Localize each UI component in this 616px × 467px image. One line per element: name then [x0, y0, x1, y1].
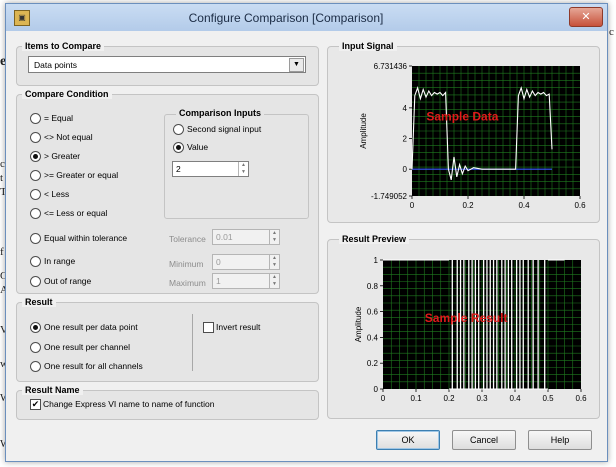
radio-second-signal-input-label: Second signal input: [187, 124, 262, 134]
input-signal-chart: 0 0.2 0.4 0.66.731436420-1.749052Amplitude S…: [359, 62, 586, 210]
invert-result-checkbox[interactable]: [203, 322, 214, 333]
y-tick-label: 0.2: [367, 359, 379, 368]
compare-condition-title: Compare Condition: [22, 89, 112, 99]
radio-out-of-range-label: Out of range: [44, 276, 92, 286]
minimum-label: Minimum: [169, 259, 204, 269]
title-bar[interactable]: ▣ Configure Comparison [Comparison] ✕: [6, 4, 607, 31]
radio-one-result-per-channel-label: One result per channel: [44, 342, 130, 352]
radio-not-equal[interactable]: [30, 132, 41, 143]
chevron-down-icon[interactable]: ▼: [289, 58, 304, 72]
help-button[interactable]: Help: [528, 430, 592, 450]
result-preview-title: Result Preview: [339, 234, 410, 244]
value-input[interactable]: 2 ▲ ▼: [172, 161, 249, 177]
radio-less-label: < Less: [44, 189, 70, 199]
y-tick-label: 2: [403, 135, 408, 144]
y-axis-label: Amplitude: [359, 113, 368, 149]
x-tick-label: 0: [410, 201, 415, 210]
radio-out-of-range[interactable]: [30, 276, 41, 287]
y-tick-label: 4: [403, 104, 408, 113]
radio-greater-or-equal-label: >= Greater or equal: [44, 170, 119, 180]
radio-one-result-for-all-channels[interactable]: [30, 361, 41, 372]
y-tick-label: -1.749052: [371, 192, 408, 201]
y-tick-label: 0.6: [367, 308, 379, 317]
y-tick-label: 0: [374, 385, 379, 394]
minimum-input[interactable]: 0 ▲ ▼: [212, 254, 280, 270]
cancel-button[interactable]: Cancel: [452, 430, 516, 450]
y-tick-label: 1: [374, 256, 379, 265]
result-preview-chart: 0 0.1 0.2 0.3 0.4 0.5 0.6 1 0.8 0.6 0.4 0.2 0 Amplitu…: [354, 256, 587, 403]
input-signal-title: Input Signal: [339, 41, 397, 51]
y-axis-label: Amplitude: [354, 306, 363, 342]
radio-greater-or-equal[interactable]: [30, 170, 41, 181]
change-name-label: Change Express VI name to name of functi…: [43, 399, 215, 409]
configure-comparison-dialog: ▣ Configure Comparison [Comparison] ✕ It…: [5, 3, 608, 462]
items-to-compare-select[interactable]: Data points ▼: [28, 56, 306, 73]
radio-less-or-equal-label: <= Less or equal: [44, 208, 108, 218]
y-tick-label: 6.731436: [374, 62, 408, 71]
radio-second-signal-input[interactable]: [173, 124, 184, 135]
close-button[interactable]: ✕: [569, 7, 603, 27]
radio-equal-within-tolerance[interactable]: [30, 233, 41, 244]
maximum-input[interactable]: 1 ▲ ▼: [212, 273, 280, 289]
radio-not-equal-label: <> Not equal: [44, 132, 93, 142]
chart-watermark: Sample Data: [426, 110, 498, 124]
y-tick-label: 0: [403, 165, 408, 174]
radio-greater[interactable]: [30, 151, 41, 162]
x-tick-label: 0.2: [462, 201, 474, 210]
x-tick-label: 0.4: [518, 201, 530, 210]
x-tick-label: 0.2: [443, 394, 455, 403]
background-text: t: [0, 172, 4, 184]
maximum-stepper[interactable]: ▲ ▼: [269, 274, 279, 288]
maximum-input-text: 1: [216, 276, 221, 286]
ok-button[interactable]: OK: [376, 430, 440, 450]
x-tick-label: 0.6: [574, 201, 586, 210]
change-name-checkbox[interactable]: ✔: [30, 399, 41, 410]
invert-result-label: Invert result: [216, 322, 261, 332]
value-stepper[interactable]: ▲ ▼: [238, 162, 248, 176]
radio-one-result-per-channel[interactable]: [30, 342, 41, 353]
x-tick-label: 0.1: [410, 394, 422, 403]
radio-greater-label: > Greater: [44, 151, 81, 161]
background-text: c: [609, 26, 614, 38]
result-divider: [192, 314, 193, 371]
radio-one-result-for-all-channels-label: One result for all channels: [44, 361, 143, 371]
value-input-text: 2: [176, 164, 181, 174]
background-text: f: [0, 246, 4, 258]
radio-less[interactable]: [30, 189, 41, 200]
radio-equal-within-tolerance-label: Equal within tolerance: [44, 233, 128, 243]
items-to-compare-title: Items to Compare: [22, 41, 105, 51]
x-tick-label: 0.3: [476, 394, 488, 403]
radio-value[interactable]: [173, 142, 184, 153]
radio-one-result-per-data-point[interactable]: [30, 322, 41, 333]
radio-equal-label: = Equal: [44, 113, 74, 123]
comparison-inputs-title: Comparison Inputs: [176, 108, 265, 118]
x-tick-label: 0.6: [575, 394, 587, 403]
radio-in-range[interactable]: [30, 256, 41, 267]
x-tick-label: 0.5: [542, 394, 554, 403]
x-tick-label: 0.4: [509, 394, 521, 403]
radio-equal[interactable]: [30, 113, 41, 124]
radio-one-result-per-data-point-label: One result per data point: [44, 322, 138, 332]
result-name-title: Result Name: [22, 385, 83, 395]
result-title: Result: [22, 297, 56, 307]
checkmark-icon: ✔: [31, 399, 40, 409]
tolerance-stepper[interactable]: ▲ ▼: [269, 230, 279, 244]
tolerance-label: Tolerance: [169, 234, 206, 244]
radio-value-label: Value: [187, 142, 209, 152]
minimum-input-text: 0: [216, 257, 221, 267]
chart-watermark: Sample Result: [425, 311, 508, 325]
tolerance-input[interactable]: 0.01 ▲ ▼: [212, 229, 280, 245]
y-tick-label: 0.8: [367, 282, 379, 291]
maximum-label: Maximum: [169, 278, 206, 288]
y-tick-label: 0.4: [367, 333, 379, 342]
x-tick-label: 0: [381, 394, 386, 403]
radio-in-range-label: In range: [44, 256, 76, 266]
radio-less-or-equal[interactable]: [30, 208, 41, 219]
minimum-stepper[interactable]: ▲ ▼: [269, 255, 279, 269]
dialog-title: Configure Comparison [Comparison]: [188, 11, 384, 25]
tolerance-input-text: 0.01: [216, 232, 233, 242]
items-to-compare-value: Data points: [34, 60, 77, 70]
